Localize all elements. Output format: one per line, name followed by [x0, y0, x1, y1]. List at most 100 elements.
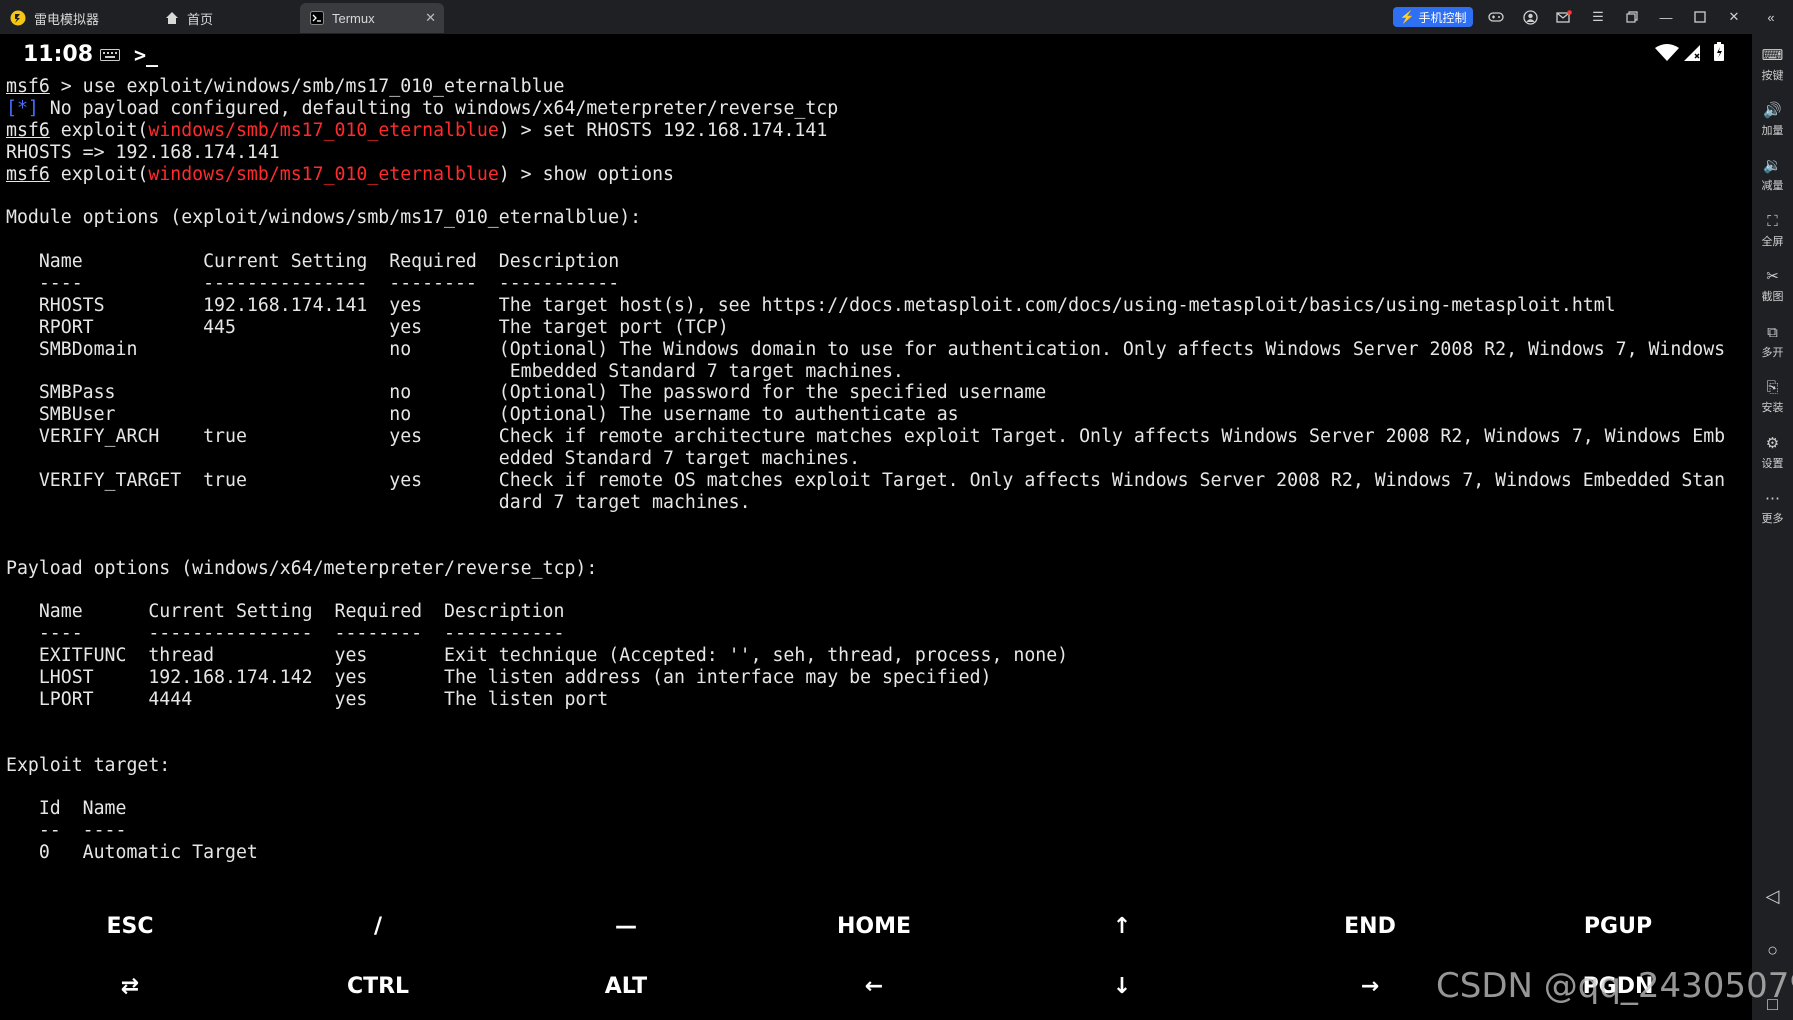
- terminal-text: SMBUser no (Optional) The username to au…: [6, 404, 959, 426]
- info-marker: [*]: [6, 97, 39, 119]
- extra-key-row2-1[interactable]: CTRL: [313, 974, 443, 999]
- home-nav-icon[interactable]: ○: [1752, 940, 1793, 961]
- sidebar-item-label: 更多: [1761, 513, 1784, 525]
- extra-key-row2-4[interactable]: ↓: [1057, 974, 1187, 999]
- tab-ldplayer[interactable]: 雷电模拟器: [0, 3, 150, 33]
- sidebar-item-scissors[interactable]: ✂ 截图: [1752, 267, 1793, 304]
- extra-key-row2-3[interactable]: ←: [809, 974, 939, 999]
- terminal-text: ) > set RHOSTS 192.168.174.141: [498, 119, 828, 141]
- close-window-icon[interactable]: ✕: [1725, 8, 1743, 26]
- extra-key-row1-4[interactable]: ↑: [1057, 914, 1187, 939]
- apk-install-icon: ⎘: [1766, 379, 1779, 396]
- emulator-sidebar: ⌨ 按键 🔊 加量 🔉 减量 ⛶ 全屏 ✂ 截图 ⧉ 多开 ⎘ 安装 ⚙ 设置 ⋯ 更多 ◁ ○ □: [1752, 34, 1793, 1020]
- terminal-line: msf6 exploit(windows/smb/ms17_010_eterna…: [6, 164, 1746, 186]
- terminal-text: ) > show options: [498, 163, 674, 185]
- sidebar-item-label: 按键: [1761, 70, 1784, 82]
- collapse-sidebar-icon[interactable]: «: [1762, 8, 1780, 26]
- tab-label: 首页: [187, 11, 214, 27]
- sidebar-item-more[interactable]: ⋯ 更多: [1752, 489, 1793, 526]
- phone-control-button[interactable]: ⚡ 手机控制: [1393, 7, 1473, 27]
- termux-prompt-icon: >_: [134, 43, 159, 67]
- terminal-text: RPORT 445 yes The target port (TCP): [6, 316, 729, 338]
- terminal-text: Name Current Setting Required Descriptio…: [6, 251, 620, 273]
- extra-key-row1-0[interactable]: ESC: [65, 914, 195, 939]
- sidebar-item-multi-instance[interactable]: ⧉ 多开: [1752, 323, 1793, 360]
- sidebar-item-apk-install[interactable]: ⎘ 安装: [1752, 378, 1793, 415]
- sidebar-item-label: 设置: [1761, 458, 1784, 470]
- terminal-text: ---- --------------- -------- ----------…: [6, 273, 620, 295]
- sidebar-item-label: 多开: [1761, 347, 1784, 359]
- more-icon: ⋯: [1765, 490, 1780, 507]
- close-tab-icon[interactable]: ✕: [425, 10, 436, 26]
- tab-home[interactable]: 首页: [155, 3, 295, 33]
- terminal-text: Exploit target:: [6, 754, 171, 776]
- terminal-text: 0 Automatic Target: [6, 842, 258, 864]
- fullscreen-icon: ⛶: [1767, 213, 1778, 230]
- terminal-line: ---- --------------- -------- ----------…: [6, 623, 1746, 645]
- terminal-text: dard 7 target machines.: [6, 491, 751, 513]
- status-clock: 11:08: [23, 42, 94, 67]
- module-path-text: windows/smb/ms17_010_eternalblue: [148, 163, 499, 185]
- sidebar-item-keyboard[interactable]: ⌨ 按键: [1752, 46, 1793, 83]
- terminal-text: edded Standard 7 target machines.: [6, 448, 861, 470]
- csdn-watermark: CSDN @qq_24305079: [1436, 966, 1793, 1006]
- tab-termux[interactable]: Termux ✕: [300, 3, 444, 33]
- extra-key-row1-6[interactable]: PGUP: [1553, 914, 1683, 939]
- extra-key-row1-2[interactable]: —: [561, 914, 691, 939]
- extra-key-row1-3[interactable]: HOME: [809, 914, 939, 939]
- terminal-line: [*] No payload configured, defaulting to…: [6, 98, 1746, 120]
- scissors-icon: ✂: [1766, 268, 1779, 285]
- terminal-line: Exploit target:: [6, 755, 1746, 777]
- emulator-title-bar: 雷电模拟器 首页 Termux ✕ ⚡ 手机控制 ☰ — ✕ «: [0, 0, 1793, 34]
- terminal-line: Embedded Standard 7 target machines.: [6, 361, 1746, 383]
- volume-down-icon: 🔉: [1763, 157, 1782, 174]
- msf-prompt: msf6: [6, 76, 50, 97]
- terminal-line: SMBPass no (Optional) The password for t…: [6, 382, 1746, 404]
- sidebar-item-volume-up[interactable]: 🔊 加量: [1752, 101, 1793, 138]
- terminal-line: edded Standard 7 target machines.: [6, 448, 1746, 470]
- terminal-line: Name Current Setting Required Descriptio…: [6, 251, 1746, 273]
- terminal-line: EXITFUNC thread yes Exit technique (Acce…: [6, 645, 1746, 667]
- extra-key-row1-1[interactable]: /: [313, 914, 443, 939]
- keyboard-icon: ⌨: [1761, 47, 1784, 64]
- extra-key-row2-2[interactable]: ALT: [561, 974, 691, 999]
- mail-icon[interactable]: [1555, 8, 1573, 26]
- terminal-text: SMBDomain no (Optional) The Windows doma…: [6, 338, 1726, 360]
- sidebar-item-gear[interactable]: ⚙ 设置: [1752, 434, 1793, 471]
- maximize-icon[interactable]: [1691, 8, 1709, 26]
- terminal-line: dard 7 target machines.: [6, 492, 1746, 514]
- restore-small-icon[interactable]: [1623, 8, 1641, 26]
- terminal-text: exploit(: [49, 119, 149, 141]
- sidebar-item-volume-down[interactable]: 🔉 减量: [1752, 156, 1793, 193]
- terminal-text: VERIFY_ARCH true yes Check if remote arc…: [6, 426, 1726, 448]
- minimize-icon[interactable]: —: [1657, 8, 1675, 26]
- menu-icon[interactable]: ☰: [1589, 8, 1607, 26]
- extra-key-row1-5[interactable]: END: [1305, 914, 1435, 939]
- gear-icon: ⚙: [1765, 435, 1780, 452]
- terminal-text: -- ----: [6, 820, 127, 842]
- terminal-line: Payload options (windows/x64/meterpreter…: [6, 558, 1746, 580]
- terminal-text: Payload options (windows/x64/meterpreter…: [6, 557, 598, 579]
- sidebar-item-label: 加量: [1761, 125, 1784, 137]
- back-nav-icon[interactable]: ◁: [1752, 886, 1793, 907]
- sidebar-item-fullscreen[interactable]: ⛶ 全屏: [1752, 212, 1793, 249]
- terminal-line: Id Name: [6, 798, 1746, 820]
- terminal-line: msf6 > use exploit/windows/smb/ms17_010_…: [6, 76, 1746, 98]
- module-path-text: windows/smb/ms17_010_eternalblue: [148, 119, 499, 141]
- gamepad-icon[interactable]: [1487, 8, 1505, 26]
- extra-key-row2-5[interactable]: →: [1305, 974, 1435, 999]
- wifi-icon: [1655, 44, 1679, 67]
- terminal-line: Name Current Setting Required Descriptio…: [6, 601, 1746, 623]
- terminal-line: msf6 exploit(windows/smb/ms17_010_eterna…: [6, 120, 1746, 142]
- terminal-text: Name Current Setting Required Descriptio…: [6, 601, 565, 623]
- account-icon[interactable]: [1521, 8, 1539, 26]
- terminal-output[interactable]: msf6 > use exploit/windows/smb/ms17_010_…: [6, 76, 1746, 866]
- terminal-text: RHOSTS => 192.168.174.141: [6, 141, 280, 163]
- extra-key-row2-0[interactable]: ⇄: [65, 974, 195, 999]
- msf-prompt: msf6: [6, 163, 50, 185]
